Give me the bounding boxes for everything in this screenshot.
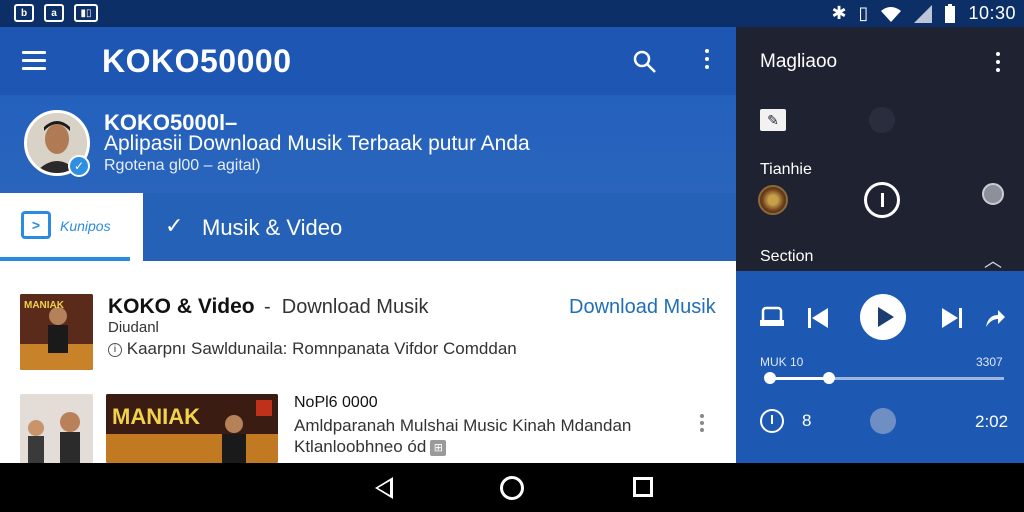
- item-meta: Ktlanloobhneo ód ⊞: [294, 437, 447, 457]
- placeholder-circle: [869, 107, 895, 133]
- profile-header: ✓ KOKO5000l– Aplipasii Download Musik Te…: [0, 95, 736, 193]
- sim-icon: ▮▯: [74, 4, 98, 22]
- search-icon[interactable]: [632, 49, 658, 75]
- download-link[interactable]: Download Musik: [569, 296, 716, 319]
- thumb-title: MANIAK: [24, 300, 65, 311]
- next-icon[interactable]: [940, 308, 962, 328]
- music-note-icon: ✓: [165, 213, 184, 238]
- player-left-label: MUK 10: [760, 355, 804, 369]
- seek-progress: [768, 377, 829, 380]
- info-icon: i: [108, 342, 122, 357]
- panel-overflow-icon[interactable]: [994, 52, 1002, 74]
- tag-icon: ⊞: [430, 439, 447, 456]
- player-number: 8: [802, 411, 812, 430]
- profile-meta: Rgotena gl00 – agital): [104, 157, 261, 174]
- image-icon[interactable]: ✎: [760, 109, 786, 131]
- status-right-icons: ✱ ▯ 10:30: [831, 3, 1016, 24]
- screen-icon: >: [21, 211, 51, 239]
- album-art[interactable]: [758, 185, 788, 215]
- home-icon[interactable]: [500, 476, 524, 500]
- recents-icon[interactable]: [633, 477, 653, 497]
- item-meta: i Kaarpnı Sawldunaila: Romnpanata Vifdor…: [108, 339, 517, 359]
- item-category: Download Musik: [281, 296, 429, 318]
- app-bar: KOKO50000: [0, 27, 736, 95]
- wifi-icon: [881, 6, 902, 22]
- vibrate-icon: ▯: [858, 3, 869, 23]
- battery-icon: [945, 3, 956, 23]
- back-icon[interactable]: [375, 477, 393, 499]
- list-thumbnail: MANIAK: [20, 294, 93, 370]
- seek-handle[interactable]: [823, 372, 835, 384]
- tab-bar: > Kunipos ✓ Musik & Video: [0, 193, 736, 261]
- nav-bar: [0, 463, 1024, 512]
- share-icon[interactable]: [984, 307, 1006, 329]
- item-subtitle: Diudanl: [108, 319, 159, 336]
- pause-icon[interactable]: [864, 182, 900, 218]
- player-time: 2:02: [975, 412, 1009, 431]
- clock-time: 10:30: [968, 3, 1016, 23]
- player-controls: MUK 10 3307 8 2:02: [736, 271, 1024, 463]
- orb-icon[interactable]: [870, 408, 896, 434]
- player-right-label: 3307: [976, 355, 1003, 369]
- item-title: NoPl6 0000: [294, 394, 378, 411]
- list-item[interactable]: MANIAK NoPl6 0000 Amldparanah Mulshai Mu…: [0, 386, 736, 463]
- cast-icon[interactable]: [760, 306, 784, 328]
- chevron-up-icon[interactable]: ︿: [984, 247, 1002, 273]
- status-bar: b a ▮▯ ✱ ▯ 10:30: [0, 0, 1024, 27]
- list-thumbnail: [20, 394, 93, 463]
- content-list: MANIAK KOKO & Video - Download Musik Dow…: [0, 261, 736, 463]
- tab-kunipos[interactable]: > Kunipos: [0, 193, 143, 261]
- settings-dial-icon[interactable]: [982, 183, 1004, 205]
- previous-icon[interactable]: [808, 308, 830, 328]
- item-title: KOKO & Video: [108, 295, 255, 318]
- tab-label: Kunipos: [60, 218, 111, 234]
- item-description: Amldparanah Mulshai Music Kinah Mdandan: [294, 416, 632, 435]
- item-overflow-icon[interactable]: [697, 414, 707, 434]
- notification-a-icon: a: [44, 4, 64, 22]
- side-panel: Magliaoo ✎ Tianhie Section ︿ MUK 10 3307…: [736, 27, 1024, 463]
- list-item[interactable]: MANIAK KOKO & Video - Download Musik Dow…: [0, 261, 736, 386]
- panel-title: Magliaoo: [760, 51, 838, 72]
- tab-label: Musik & Video: [202, 215, 343, 240]
- signal-icon: [914, 4, 933, 23]
- seek-start-handle[interactable]: [764, 372, 776, 384]
- play-button[interactable]: [860, 294, 906, 340]
- profile-subtitle: Aplipasii Download Musik Terbaak putur A…: [104, 132, 530, 155]
- menu-icon[interactable]: [22, 51, 46, 71]
- verified-check-icon: ✓: [68, 155, 90, 177]
- thumb-title: MANIAK: [112, 404, 200, 429]
- timer-icon[interactable]: [760, 409, 784, 433]
- app-title: KOKO50000: [102, 43, 292, 79]
- status-left-icons: b a ▮▯: [14, 4, 98, 22]
- notification-b-icon: b: [14, 4, 34, 22]
- overflow-icon[interactable]: [700, 49, 714, 77]
- list-thumbnail: MANIAK: [106, 394, 278, 463]
- track-label: Tianhie: [760, 161, 812, 178]
- section-label: Section: [760, 248, 814, 265]
- tab-musik-video[interactable]: ✓ Musik & Video: [143, 193, 443, 261]
- bluetooth-icon: ✱: [831, 3, 847, 23]
- item-separator: - Download Musik: [264, 296, 429, 318]
